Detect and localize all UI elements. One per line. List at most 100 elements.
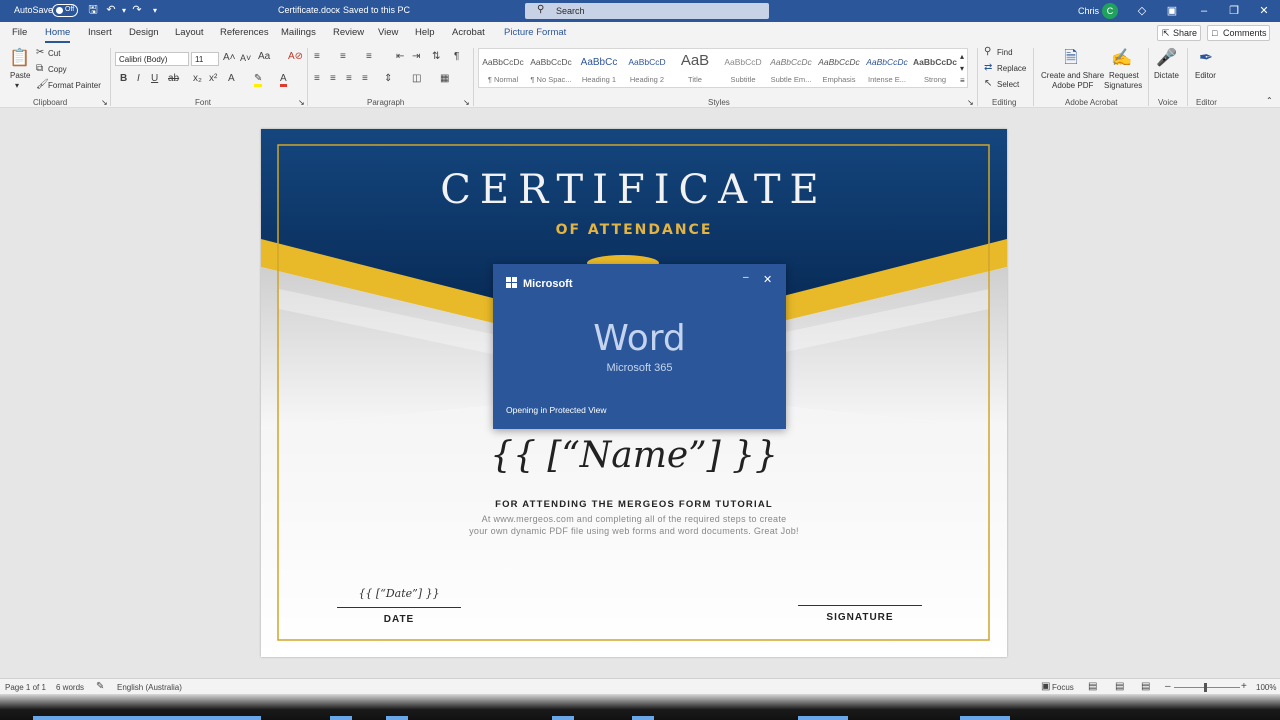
focus-mode-button[interactable]: Focus <box>1052 683 1074 692</box>
styles-launcher-icon[interactable]: ↘ <box>967 98 974 107</box>
autosave-toggle[interactable]: Off <box>52 4 78 17</box>
minimize-icon[interactable]: – <box>1196 3 1212 19</box>
font-size-select[interactable]: 11 <box>191 52 219 66</box>
style-subtitle[interactable]: AaBbCcD Subtitle <box>719 49 767 87</box>
subscript-icon[interactable]: x₂ <box>193 73 202 84</box>
print-layout-icon[interactable]: ▤ <box>1115 681 1124 692</box>
shading-icon[interactable]: ◫ <box>412 73 421 84</box>
change-case-icon[interactable]: Aa <box>258 51 270 62</box>
format-painter-button[interactable]: Format Painter <box>48 81 101 90</box>
splash-close-icon[interactable]: ✕ <box>763 273 772 286</box>
tab-file[interactable]: File <box>12 27 27 38</box>
style-strong[interactable]: AaBbCcDc Strong <box>911 49 959 87</box>
style-no-spacing[interactable]: AaBbCcDc ¶ No Spac... <box>527 49 575 87</box>
justify-icon[interactable]: ≡ <box>362 73 368 84</box>
tab-home[interactable]: Home <box>45 27 71 43</box>
page-count[interactable]: Page 1 of 1 <box>5 683 46 692</box>
proofing-icon[interactable]: ✎ <box>96 681 104 692</box>
undo-icon[interactable]: ↶ <box>104 3 118 18</box>
user-name[interactable]: Chris <box>1078 6 1099 16</box>
multilevel-list-icon[interactable]: ≡ <box>366 51 372 62</box>
name-merge-field[interactable]: {{ [“Name”] }} <box>261 435 1007 476</box>
italic-icon[interactable]: I <box>137 73 140 84</box>
bullets-icon[interactable]: ≡ <box>314 51 320 62</box>
tab-layout[interactable]: Layout <box>175 27 204 38</box>
customize-qat-icon[interactable]: ▾ <box>148 3 162 18</box>
create-share-label[interactable]: Create and Share <box>1041 71 1104 80</box>
align-right-icon[interactable]: ≡ <box>346 73 352 84</box>
tab-review[interactable]: Review <box>333 27 364 38</box>
style-heading-1[interactable]: AaBbCc Heading 1 <box>575 49 623 87</box>
word-count[interactable]: 6 words <box>56 683 84 692</box>
find-button[interactable]: Find <box>997 48 1013 57</box>
tab-acrobat[interactable]: Acrobat <box>452 27 485 38</box>
read-mode-icon[interactable]: ▤ <box>1088 681 1097 692</box>
signatures-label[interactable]: Signatures <box>1104 81 1142 90</box>
font-color-icon[interactable]: A <box>280 73 287 87</box>
share-button[interactable]: ⇱ Share <box>1157 25 1201 41</box>
paste-dropdown-icon[interactable]: ▾ <box>15 81 19 90</box>
tab-help[interactable]: Help <box>415 27 435 38</box>
replace-button[interactable]: Replace <box>997 64 1026 73</box>
language-indicator[interactable]: English (Australia) <box>117 683 182 692</box>
avatar[interactable]: C <box>1102 3 1118 19</box>
web-layout-icon[interactable]: ▤ <box>1141 681 1150 692</box>
collapse-ribbon-icon[interactable]: ⌃ <box>1266 96 1273 105</box>
style-intense-emphasis[interactable]: AaBbCcDc Intense E... <box>863 49 911 87</box>
styles-scroll-up-icon[interactable]: ▴ <box>960 52 964 61</box>
font-family-select[interactable]: Calibri (Body) <box>115 52 189 66</box>
superscript-icon[interactable]: x² <box>209 73 217 84</box>
taskbar-app-indicator[interactable] <box>33 716 261 720</box>
splash-minimize-icon[interactable]: – <box>743 272 749 283</box>
copy-button[interactable]: Copy <box>48 65 67 74</box>
ribbon-display-icon[interactable]: ▣ <box>1164 3 1180 19</box>
search-box[interactable]: ⚲ Search <box>525 3 769 19</box>
tab-mailings[interactable]: Mailings <box>281 27 316 38</box>
comments-button[interactable]: □ Comments <box>1207 25 1270 41</box>
zoom-level[interactable]: 100% <box>1256 683 1276 692</box>
increase-indent-icon[interactable]: ⇥ <box>412 51 420 62</box>
tab-design[interactable]: Design <box>129 27 159 38</box>
dictate-button[interactable]: Dictate <box>1154 71 1179 80</box>
undo-dropdown-icon[interactable]: ▾ <box>117 3 131 18</box>
zoom-slider-track[interactable] <box>1174 687 1240 688</box>
select-button[interactable]: Select <box>997 80 1019 89</box>
paragraph-launcher-icon[interactable]: ↘ <box>463 98 470 107</box>
tab-view[interactable]: View <box>378 27 398 38</box>
zoom-in-icon[interactable]: + <box>1241 681 1247 692</box>
save-status[interactable]: Saved to this PC <box>343 5 410 15</box>
taskbar-app-indicator[interactable] <box>960 716 1010 720</box>
request-label[interactable]: Request <box>1109 71 1139 80</box>
close-icon[interactable]: ✕ <box>1256 3 1272 19</box>
decrease-indent-icon[interactable]: ⇤ <box>396 51 404 62</box>
align-center-icon[interactable]: ≡ <box>330 73 336 84</box>
style-normal[interactable]: AaBbCcDc ¶ Normal <box>479 49 527 87</box>
clear-formatting-icon[interactable]: A⊘ <box>288 51 303 62</box>
taskbar-app-indicator[interactable] <box>386 716 408 720</box>
highlight-icon[interactable]: ✎ <box>254 73 263 87</box>
diamond-icon[interactable]: ◇ <box>1134 3 1150 19</box>
taskbar-app-indicator[interactable] <box>632 716 654 720</box>
borders-icon[interactable]: ▦ <box>440 73 449 84</box>
taskbar-app-indicator[interactable] <box>798 716 848 720</box>
restore-icon[interactable]: ❐ <box>1226 3 1242 19</box>
taskbar-app-indicator[interactable] <box>330 716 352 720</box>
text-effects-icon[interactable]: A <box>228 73 235 84</box>
style-subtle-emphasis[interactable]: AaBbCcDc Subtle Em... <box>767 49 815 87</box>
cut-button[interactable]: Cut <box>48 49 60 58</box>
editor-button[interactable]: Editor <box>1195 71 1216 80</box>
font-launcher-icon[interactable]: ↘ <box>298 98 305 107</box>
style-title[interactable]: AaB Title <box>671 49 719 87</box>
taskbar-app-indicator[interactable] <box>552 716 574 720</box>
shrink-font-icon[interactable]: A˅ <box>240 53 251 63</box>
bold-icon[interactable]: B <box>120 73 127 84</box>
clipboard-launcher-icon[interactable]: ↘ <box>101 98 108 107</box>
date-merge-field[interactable]: {{ [“Date”] }} <box>337 587 461 600</box>
sort-icon[interactable]: ⇅ <box>432 51 440 62</box>
underline-icon[interactable]: U <box>151 73 158 84</box>
paste-button[interactable]: Paste <box>10 71 30 80</box>
grow-font-icon[interactable]: A˄ <box>223 52 236 63</box>
zoom-out-icon[interactable]: – <box>1165 681 1171 692</box>
style-emphasis[interactable]: AaBbCcDc Emphasis <box>815 49 863 87</box>
numbering-icon[interactable]: ≡ <box>340 51 346 62</box>
